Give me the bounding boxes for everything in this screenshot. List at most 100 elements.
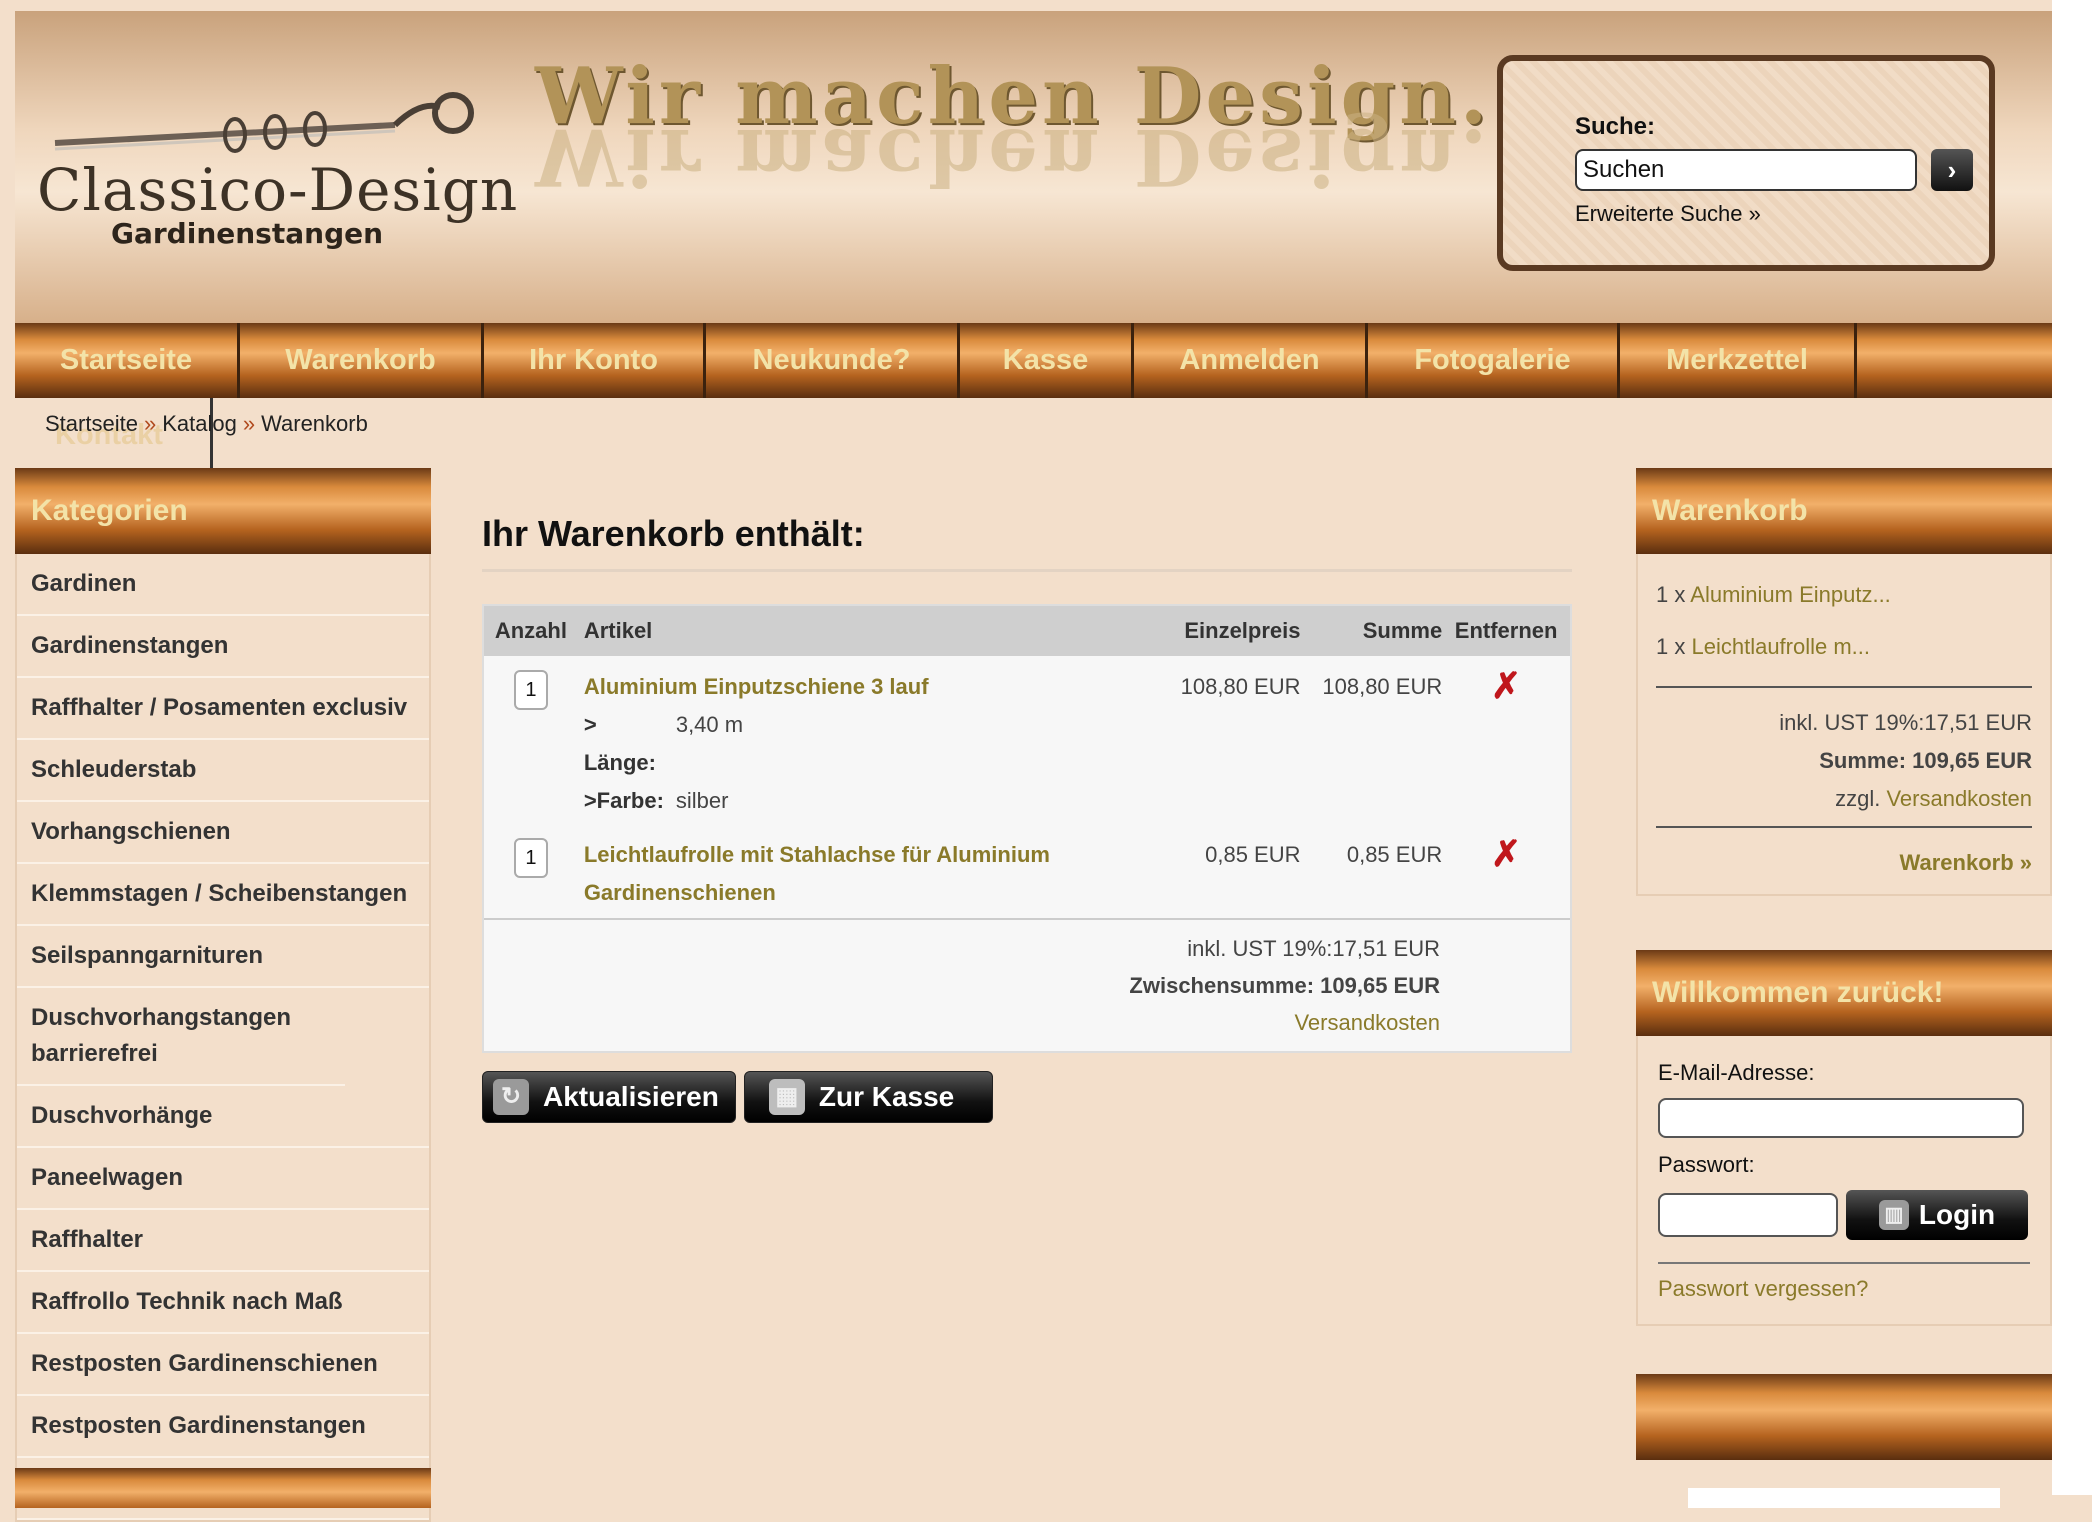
category-item[interactable]: Gardinen: [17, 554, 429, 616]
main-nav: Startseite Warenkorb Ihr Konto Neukunde?…: [15, 323, 2052, 398]
column-header-sum: Summe: [1362, 618, 1443, 643]
cart-sidebox-item: 1 x Aluminium Einputz...: [1656, 582, 2032, 608]
password-field[interactable]: [1658, 1193, 1838, 1237]
nav-warenkorb[interactable]: Warenkorb: [240, 323, 484, 398]
cart-totals: inkl. UST 19%:17,51 EUR Zwischensumme: 1…: [484, 918, 1570, 1051]
product-attribute: > Länge: 3,40 m: [584, 706, 1161, 782]
main-content: Ihr Warenkorb enthält: Anzahl Artikel Ei…: [482, 491, 1572, 1123]
cart-sidebox-vat: inkl. UST 19%:17,51 EUR: [1779, 710, 2032, 735]
category-item[interactable]: Restposten Gardinenstangen: [17, 1396, 429, 1458]
category-item[interactable]: Duschvorhangstangen barrierefrei: [17, 988, 345, 1086]
cart-item-qty: 1 x: [1656, 582, 1686, 607]
checkout-button-label: Zur Kasse: [818, 1081, 955, 1112]
column-header-qty: Anzahl: [494, 618, 567, 643]
header: Classico-Design Gardinenstangen Wir mach…: [15, 11, 2052, 323]
search-input[interactable]: [1575, 149, 1917, 191]
category-item[interactable]: Klemmstagen / Scheibenstangen: [17, 864, 429, 926]
login-title: Willkommen zurück!: [1636, 950, 2052, 1036]
cart-item-link[interactable]: Leichtlaufrolle m...: [1691, 634, 1870, 659]
login-button[interactable]: ▥ Login: [1846, 1190, 2028, 1240]
row-sum: 108,80 EUR: [1322, 674, 1443, 699]
category-item[interactable]: Restposten Gardinenschienen: [17, 1334, 429, 1396]
table-row: 1 Leichtlaufrolle mit Stahlachse für Alu…: [484, 820, 1570, 912]
cart-sidebox-item: 1 x Leichtlaufrolle m...: [1656, 634, 2032, 660]
cart-sidebox-title: Warenkorb: [1636, 468, 2052, 554]
nav-ihr-konto[interactable]: Ihr Konto: [484, 323, 706, 398]
page-title: Ihr Warenkorb enthält:: [482, 491, 1572, 572]
shipping-link[interactable]: Versandkosten: [484, 1004, 1440, 1041]
cart-sidebox: Warenkorb 1 x Aluminium Einputz... 1 x L…: [1636, 468, 2052, 896]
category-item[interactable]: Seilspanngarnituren: [17, 926, 429, 988]
breadcrumb-katalog[interactable]: Katalog: [162, 411, 237, 436]
page: Classico-Design Gardinenstangen Wir mach…: [15, 11, 2052, 1522]
breadcrumb-warenkorb: Warenkorb: [261, 411, 368, 436]
cart-sidebox-link[interactable]: Warenkorb »: [1656, 850, 2032, 876]
categories-title: Kategorien: [15, 468, 431, 554]
forgot-password-link[interactable]: Passwort vergessen?: [1658, 1276, 2030, 1302]
category-item[interactable]: Paneelwagen: [17, 1148, 429, 1210]
category-item[interactable]: Raffhalter / Posamenten exclusiv: [17, 678, 429, 740]
breadcrumb-startseite[interactable]: Startseite: [45, 411, 138, 436]
category-item[interactable]: Gardinenstangen: [17, 616, 429, 678]
attribute-value: 3,40 m: [675, 712, 744, 737]
product-link[interactable]: Leichtlaufrolle mit Stahlachse für Alumi…: [584, 836, 1101, 912]
quantity-input[interactable]: 1: [513, 670, 548, 710]
login-button-label: Login: [1918, 1199, 1996, 1230]
third-sidebox: [1636, 1374, 2052, 1508]
category-item[interactable]: Duschvorhänge: [17, 1086, 429, 1148]
nav-neukunde[interactable]: Neukunde?: [706, 323, 960, 398]
update-button[interactable]: ↻ Aktualisieren: [482, 1071, 736, 1123]
column-header-remove: Entfernen: [1454, 618, 1558, 643]
third-sidebox-header: [1636, 1374, 2052, 1460]
email-field[interactable]: [1658, 1098, 2024, 1138]
table-row: 1 Aluminium Einputzschiene 3 lauf > Läng…: [484, 656, 1570, 820]
search-box: Suche: › Erweiterte Suche »: [1497, 55, 1995, 271]
breadcrumb-separator: »: [242, 411, 256, 436]
logo-title[interactable]: Classico-Design: [37, 156, 518, 224]
unit-price: 0,85 EUR: [1205, 842, 1301, 867]
nav-anmelden[interactable]: Anmelden: [1134, 323, 1368, 398]
checkout-button[interactable]: ▦ Zur Kasse: [743, 1071, 994, 1123]
logo-subtitle: Gardinenstangen: [111, 217, 384, 250]
login-body: E-Mail-Adresse: Passwort: ▥ Login Passwo…: [1636, 1036, 2052, 1326]
update-button-label: Aktualisieren: [543, 1081, 719, 1112]
left-box-2-header: [15, 1468, 431, 1508]
nav-merkzettel[interactable]: Merkzettel: [1620, 323, 1857, 398]
lock-icon: ▥: [1878, 1200, 1909, 1230]
quantity-input[interactable]: 1: [513, 838, 548, 878]
remove-icon[interactable]: ✗: [1491, 833, 1521, 874]
shipping-prefix: zzgl.: [1835, 786, 1881, 811]
category-item[interactable]: Raffrollo Technik nach Maß: [17, 1272, 429, 1334]
advanced-search-link[interactable]: Erweiterte Suche »: [1575, 201, 1761, 227]
login-box: Willkommen zurück! E-Mail-Adresse: Passw…: [1636, 950, 2052, 1326]
categories-box: Kategorien Gardinen Gardinenstangen Raff…: [15, 468, 431, 1522]
breadcrumb: Startseite» Katalog» Warenkorb: [45, 411, 368, 437]
category-item[interactable]: Vorhangschienen: [17, 802, 429, 864]
categories-list: Gardinen Gardinenstangen Raffhalter / Po…: [15, 554, 431, 1522]
cart-sidebox-sum: Summe: 109,65 EUR: [1819, 748, 2032, 773]
product-link[interactable]: Aluminium Einputzschiene 3 lauf: [584, 668, 1161, 706]
slogan-reflection: Wir machen Design...: [535, 111, 1554, 202]
search-label: Suche:: [1575, 113, 1656, 140]
column-header-unit-price: Einzelpreis: [1184, 618, 1301, 643]
calendar-icon: ▦: [768, 1079, 805, 1115]
row-sum: 0,85 EUR: [1346, 842, 1443, 867]
search-submit-button[interactable]: ›: [1931, 149, 1973, 191]
vat-text: inkl. UST 19%:17,51 EUR: [1187, 936, 1440, 961]
remove-icon[interactable]: ✗: [1491, 665, 1521, 706]
email-label: E-Mail-Adresse:: [1658, 1060, 1815, 1085]
attribute-key: >Farbe:: [583, 788, 664, 813]
category-item[interactable]: Raffhalter: [17, 1210, 429, 1272]
shipping-link[interactable]: Versandkosten: [1886, 786, 2032, 811]
product-attribute: >Farbe: silber: [584, 782, 1161, 820]
cart-item-link[interactable]: Aluminium Einputz...: [1690, 582, 1891, 607]
category-item[interactable]: Schleuderstab: [17, 740, 429, 802]
breadcrumb-separator: »: [143, 411, 157, 436]
nav-fotogalerie[interactable]: Fotogalerie: [1368, 323, 1620, 398]
cart-item-qty: 1 x: [1656, 634, 1686, 659]
password-label: Passwort:: [1658, 1152, 1755, 1177]
nav-startseite[interactable]: Startseite: [15, 323, 240, 398]
attribute-value: silber: [675, 788, 729, 813]
nav-kasse[interactable]: Kasse: [960, 323, 1134, 398]
cart-sidebox-shipping: zzgl. Versandkosten: [1656, 786, 2032, 812]
